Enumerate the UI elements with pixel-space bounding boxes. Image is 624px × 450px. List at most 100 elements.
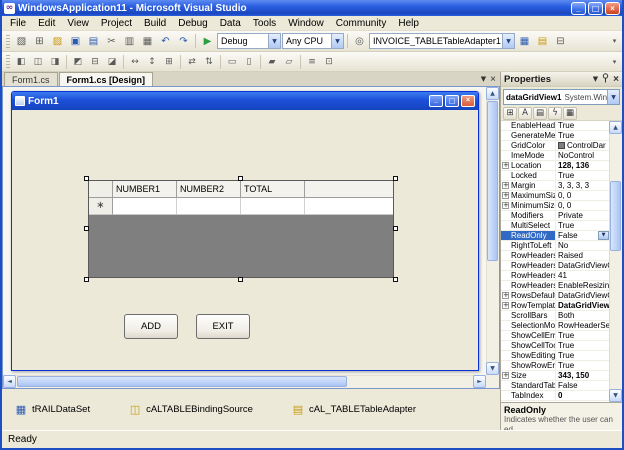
scroll-left-icon[interactable]: ◄ xyxy=(3,375,16,388)
toolbox-icon[interactable]: ⊡ xyxy=(321,54,337,70)
property-row[interactable]: + ImeMode NoControl ▼ xyxy=(501,151,609,161)
property-row[interactable]: + Margin 3, 3, 3, 3 ▼ xyxy=(501,181,609,191)
maximize-button[interactable]: □ xyxy=(588,1,603,15)
save-icon[interactable]: ▣ xyxy=(67,33,84,50)
expand-icon[interactable]: + xyxy=(502,292,509,299)
toolbar-grip[interactable] xyxy=(6,34,10,48)
object-selector-combo[interactable]: dataGridView1 System.Windows ▼ xyxy=(503,89,620,105)
expand-icon[interactable]: + xyxy=(502,202,509,209)
menu-item[interactable]: Data xyxy=(214,17,247,30)
open-file-icon[interactable]: ▨ xyxy=(49,33,66,50)
property-row[interactable]: + Modifiers Private ▼ xyxy=(501,211,609,221)
property-value[interactable]: False ▼ xyxy=(556,231,609,240)
bring-to-front-icon[interactable]: ▰ xyxy=(264,54,280,70)
property-pages-icon[interactable]: ▦ xyxy=(563,106,577,120)
resize-handle[interactable] xyxy=(393,176,398,181)
resize-handle[interactable] xyxy=(84,226,89,231)
expand-icon[interactable]: + xyxy=(502,162,509,169)
copy-icon[interactable]: ▥ xyxy=(121,33,138,50)
separator[interactable] xyxy=(300,54,301,69)
align-lefts-icon[interactable]: ◧ xyxy=(13,54,29,70)
menu-item[interactable]: Build xyxy=(138,17,172,30)
save-all-icon[interactable]: ▤ xyxy=(85,33,102,50)
property-row[interactable]: + RowHeadersWi EnableResizing ▼ xyxy=(501,281,609,291)
property-row[interactable]: + GridColor ControlDar ▼ xyxy=(501,141,609,151)
paste-icon[interactable]: ▦ xyxy=(139,33,156,50)
property-value[interactable]: False ▼ xyxy=(556,381,609,390)
center-horizontally-icon[interactable]: ▭ xyxy=(224,54,240,70)
property-value[interactable]: 128, 136 ▼ xyxy=(556,161,609,170)
resize-handle[interactable] xyxy=(393,226,398,231)
property-value[interactable]: DataGridViewCe ▼ xyxy=(556,261,609,270)
platform-combo[interactable]: Any CPU ▼ xyxy=(282,33,344,49)
datagridview-control[interactable]: NUMBER1 NUMBER2 TOTAL ∗ xyxy=(84,176,398,282)
property-value[interactable]: 0, 0 ▼ xyxy=(556,201,609,210)
solution-explorer-icon[interactable]: ⊟ xyxy=(552,33,569,50)
separator[interactable] xyxy=(220,54,221,69)
property-row[interactable]: + RowsDefaultCe DataGridViewC ▼ xyxy=(501,291,609,301)
menu-item[interactable]: Debug xyxy=(172,17,213,30)
expand-icon[interactable]: + xyxy=(502,182,509,189)
expand-icon[interactable]: + xyxy=(502,302,509,309)
exit-button[interactable]: EXIT xyxy=(196,314,250,339)
center-vertically-icon[interactable]: ▯ xyxy=(241,54,257,70)
table-adapter-combo[interactable]: INVOICE_TABLETableAdapter1 ▼ xyxy=(369,33,515,49)
property-value[interactable]: Raised ▼ xyxy=(556,251,609,260)
minimize-button[interactable]: _ xyxy=(571,1,586,15)
new-project-icon[interactable]: ▧ xyxy=(13,33,30,50)
property-value[interactable]: True ▼ xyxy=(556,351,609,360)
property-value[interactable]: NoControl ▼ xyxy=(556,151,609,160)
properties-scrollbar[interactable]: ▲ ▼ xyxy=(609,121,622,402)
menu-item[interactable]: Edit xyxy=(32,17,61,30)
tray-component[interactable]: ◫ cALTABLEBindingSource xyxy=(128,403,253,417)
property-row[interactable]: + ShowEditingIco True ▼ xyxy=(501,351,609,361)
scrollbar-thumb[interactable] xyxy=(487,101,498,261)
solution-config-combo[interactable]: Debug ▼ xyxy=(217,33,281,49)
property-value[interactable]: DataGridView ▼ xyxy=(556,301,609,310)
scroll-down-icon[interactable]: ▼ xyxy=(609,389,622,402)
scroll-down-icon[interactable]: ▼ xyxy=(486,362,499,375)
property-row[interactable]: + ShowRowError True ▼ xyxy=(501,361,609,371)
properties-titlebar[interactable]: Properties ▼ × xyxy=(501,72,622,87)
property-value[interactable]: 41 ▼ xyxy=(556,271,609,280)
same-width-icon[interactable]: ↔ xyxy=(127,54,143,70)
menu-item[interactable]: Window xyxy=(282,17,330,30)
property-row[interactable]: + ShowCellErrors True ▼ xyxy=(501,331,609,341)
horizontal-spacing-icon[interactable]: ⇄ xyxy=(184,54,200,70)
separator[interactable] xyxy=(123,54,124,69)
window-position-icon[interactable]: ▼ xyxy=(593,75,598,83)
property-row[interactable]: + Locked True ▼ xyxy=(501,171,609,181)
database-icon[interactable]: ▤ xyxy=(534,33,551,50)
property-row[interactable]: + RightToLeft No ▼ xyxy=(501,241,609,251)
property-value[interactable]: True ▼ xyxy=(556,361,609,370)
document-tab[interactable]: Form1.cs [Design] xyxy=(58,72,154,86)
property-value[interactable]: 0 ▼ xyxy=(556,391,609,400)
property-row[interactable]: + StandardTab False ▼ xyxy=(501,381,609,391)
toolbar-overflow-icon[interactable]: ▾ xyxy=(609,37,620,45)
property-value[interactable]: True ▼ xyxy=(556,221,609,230)
form-surface[interactable]: NUMBER1 NUMBER2 TOTAL ∗ ADD EXIT xyxy=(12,110,478,370)
tab-order-icon[interactable]: ≡ xyxy=(304,54,320,70)
scroll-up-icon[interactable]: ▲ xyxy=(609,121,622,134)
add-item-icon[interactable]: ⊞ xyxy=(31,33,48,50)
scrollbar-thumb[interactable] xyxy=(17,376,347,387)
resize-handle[interactable] xyxy=(393,277,398,282)
separator[interactable] xyxy=(180,54,181,69)
property-value[interactable]: ControlDar ▼ xyxy=(556,141,609,150)
property-row[interactable]: + GenerateMemb True ▼ xyxy=(501,131,609,141)
add-button[interactable]: ADD xyxy=(124,314,178,339)
chevron-down-icon[interactable]: ▼ xyxy=(598,231,609,240)
align-centers-icon[interactable]: ◫ xyxy=(30,54,46,70)
categorized-icon[interactable]: ⊞ xyxy=(503,106,517,120)
tray-component[interactable]: ▤ cAL_TABLETableAdapter xyxy=(291,403,416,417)
property-value[interactable]: 0, 0 ▼ xyxy=(556,191,609,200)
menu-item[interactable]: View xyxy=(61,17,95,30)
scrollbar-thumb[interactable] xyxy=(610,181,621,251)
start-debug-icon[interactable]: ▶ xyxy=(199,33,216,50)
close-icon[interactable]: × xyxy=(613,74,619,84)
property-row[interactable]: + MinimumSize 0, 0 ▼ xyxy=(501,201,609,211)
window-titlebar[interactable]: ∞ WindowsApplication11 - Microsoft Visua… xyxy=(2,0,622,16)
resize-handle[interactable] xyxy=(238,277,243,282)
property-row[interactable]: + ReadOnly False ▼ xyxy=(501,231,609,241)
alphabetical-icon[interactable]: A xyxy=(518,106,532,120)
